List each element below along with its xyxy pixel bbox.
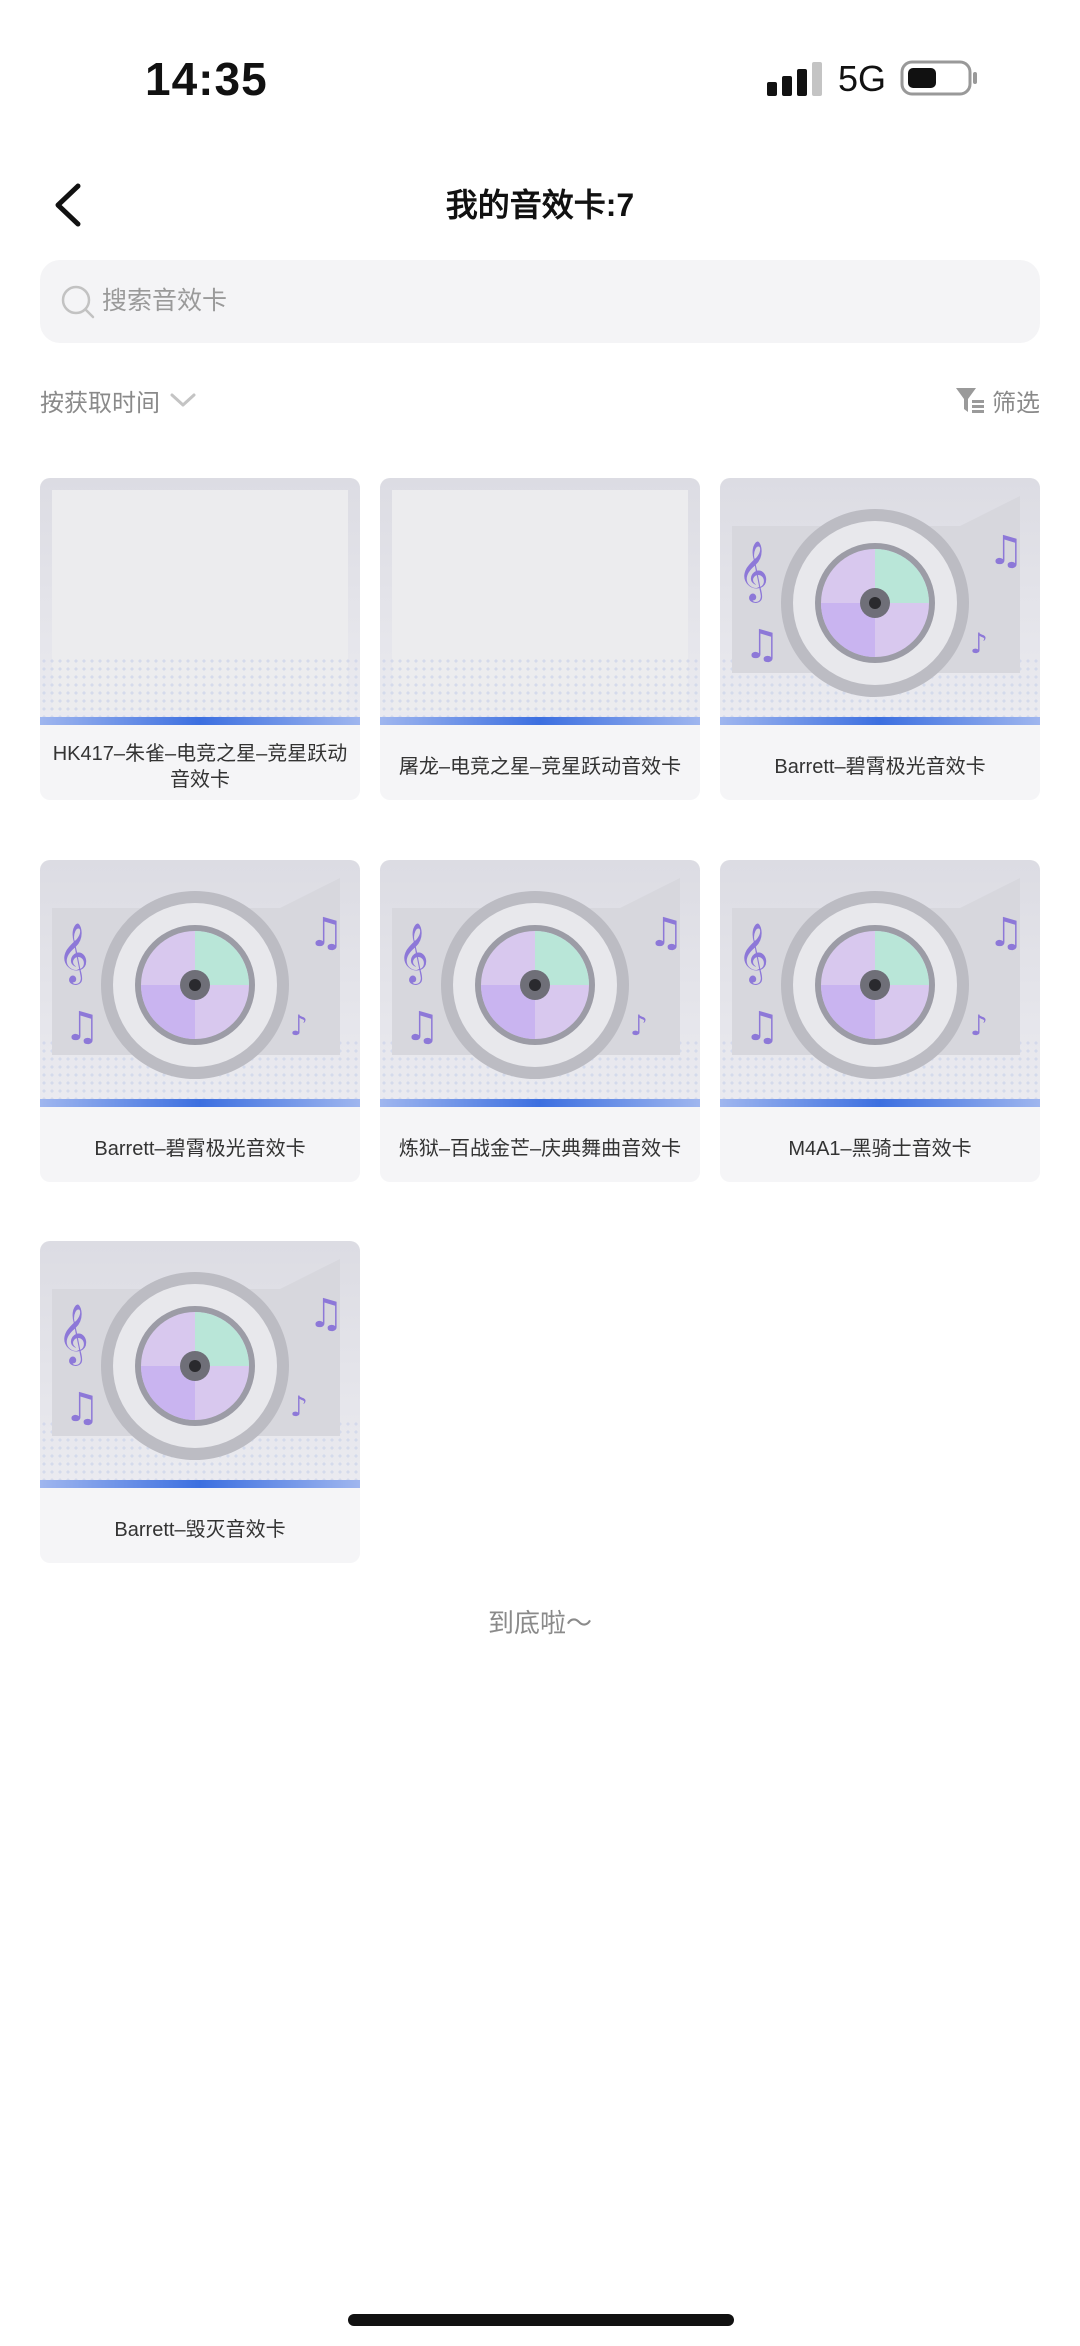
svg-text:♫: ♫	[64, 1385, 100, 1431]
card-label: Barrett–毁灭音效卡	[114, 1518, 286, 1541]
chevron-down-icon	[170, 393, 196, 407]
card-label: 屠龙–电竞之星–竞星跃动音效卡	[398, 755, 682, 778]
card-label: M4A1–黑骑士音效卡	[788, 1137, 972, 1160]
sound-card[interactable]: 𝄞 ♫ ♫ ♪ Barrett–碧霄极光音效卡	[40, 860, 360, 1182]
search-input[interactable]	[102, 260, 1002, 343]
card-thumbnail: 𝄞 ♫ ♫ ♪	[720, 860, 1040, 1107]
music-disc-icon: 𝄞 ♫ ♫ ♪	[732, 496, 1024, 697]
filter-button[interactable]: 筛选	[954, 380, 1040, 420]
battery-icon	[900, 60, 977, 96]
svg-text:♫: ♫	[988, 910, 1024, 956]
svg-text:♫: ♫	[308, 910, 344, 956]
card-thumbnail: 𝄞 ♫ ♫ ♪	[380, 860, 700, 1107]
svg-text:𝄞: 𝄞	[738, 923, 769, 985]
card-label: Barrett–碧霄极光音效卡	[94, 1137, 306, 1160]
card-label: HK417–朱雀–电竞之星–竞星跃动音效卡	[52, 742, 348, 791]
network-type: 5G	[838, 58, 887, 99]
page-title: 我的音效卡:7	[445, 187, 635, 223]
svg-text:♫: ♫	[648, 910, 684, 956]
svg-text:♫: ♫	[988, 528, 1024, 574]
nav-bar: 我的音效卡:7	[0, 160, 1080, 250]
svg-text:♫: ♫	[308, 1291, 344, 1337]
svg-text:♪: ♪	[970, 627, 988, 660]
music-disc-icon: 𝄞 ♫ ♫ ♪	[392, 878, 684, 1079]
music-disc-icon: 𝄞 ♫ ♫ ♪	[732, 878, 1024, 1079]
card-thumbnail	[380, 478, 700, 725]
sound-card[interactable]: 𝄞 ♫ ♫ ♪ Barrett–毁灭音效卡	[40, 1241, 360, 1563]
filter-icon	[956, 388, 984, 413]
sound-card[interactable]: 𝄞 ♫ ♫ ♪ M4A1–黑骑士音效卡	[720, 860, 1040, 1182]
svg-text:♫: ♫	[64, 1004, 100, 1050]
search-bar[interactable]	[40, 260, 1040, 343]
svg-text:♪: ♪	[970, 1009, 988, 1042]
filter-label: 筛选	[992, 389, 1040, 417]
sound-card[interactable]: 𝄞 ♫ ♫ ♪ 炼狱–百战金芒–庆典舞曲音效卡	[380, 860, 700, 1182]
music-disc-icon: 𝄞 ♫ ♫ ♪	[52, 1259, 344, 1460]
svg-text:𝄞: 𝄞	[398, 923, 429, 985]
sort-dropdown[interactable]: 按获取时间	[40, 380, 198, 420]
sort-label: 按获取时间	[40, 389, 160, 417]
music-disc-icon: 𝄞 ♫ ♫ ♪	[52, 878, 344, 1079]
svg-text:𝄞: 𝄞	[58, 1304, 89, 1366]
card-thumbnail: 𝄞 ♫ ♫ ♪	[40, 860, 360, 1107]
svg-text:♫: ♫	[744, 1004, 780, 1050]
sound-card[interactable]: 屠龙–电竞之星–竞星跃动音效卡	[380, 478, 700, 800]
svg-text:♪: ♪	[630, 1009, 648, 1042]
svg-text:♫: ♫	[744, 622, 780, 668]
status-time: 14:35	[145, 53, 268, 105]
svg-text:𝄞: 𝄞	[738, 541, 769, 603]
svg-text:𝄞: 𝄞	[58, 923, 89, 985]
signal-strength-icon	[767, 62, 822, 96]
sound-card[interactable]: HK417–朱雀–电竞之星–竞星跃动音效卡	[40, 478, 360, 800]
card-thumbnail: 𝄞 ♫ ♫ ♪	[40, 1241, 360, 1488]
card-thumbnail	[40, 478, 360, 725]
list-end-text: 到底啦～	[487, 1608, 592, 1638]
svg-text:♪: ♪	[290, 1009, 308, 1042]
svg-text:♪: ♪	[290, 1390, 308, 1423]
card-label: 炼狱–百战金芒–庆典舞曲音效卡	[398, 1137, 682, 1160]
sound-card[interactable]: 𝄞 ♫ ♫ ♪ Barrett–碧霄极光音效卡	[720, 478, 1040, 800]
card-thumbnail: 𝄞 ♫ ♫ ♪	[720, 478, 1040, 725]
card-label: Barrett–碧霄极光音效卡	[774, 755, 986, 778]
status-bar: 14:35 5G	[0, 0, 1080, 140]
svg-text:♫: ♫	[404, 1004, 440, 1050]
search-icon	[61, 285, 95, 319]
home-indicator[interactable]	[348, 2314, 734, 2326]
